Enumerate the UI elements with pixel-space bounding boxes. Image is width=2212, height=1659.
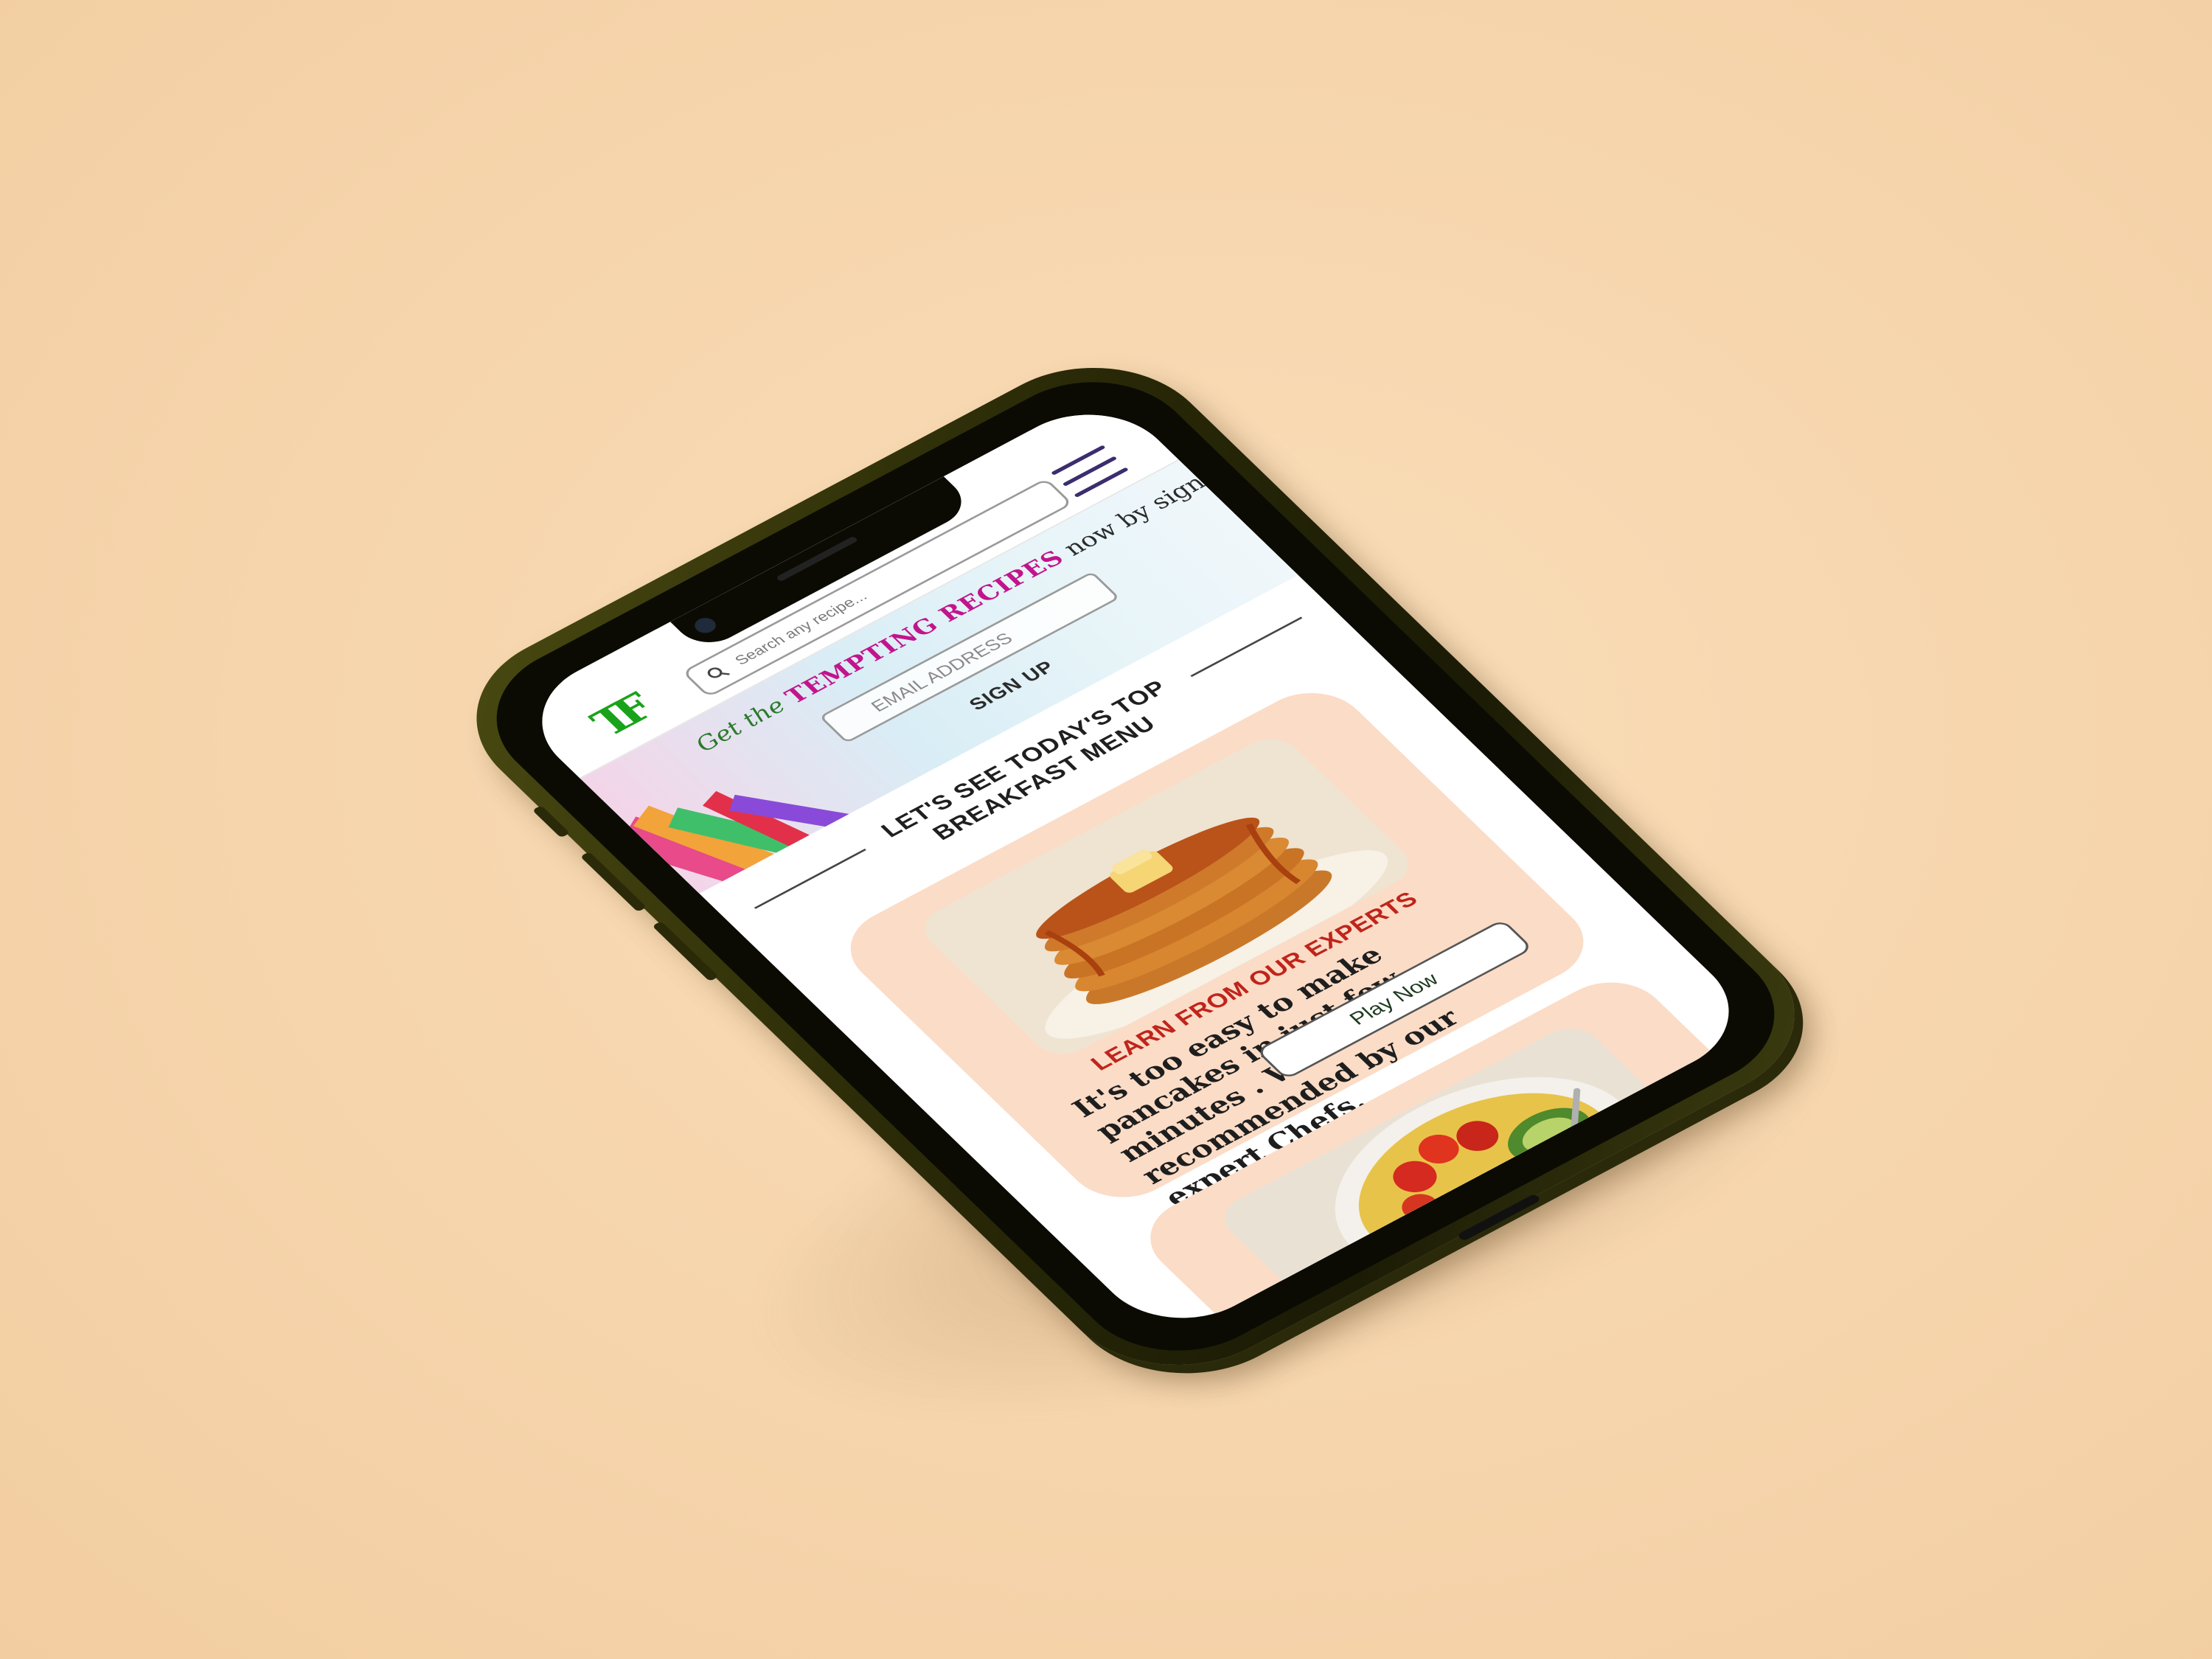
menu-line: [1051, 445, 1106, 476]
search-icon: [707, 667, 730, 678]
heading-divider-right: [1190, 616, 1303, 678]
front-camera-icon: [690, 614, 720, 636]
menu-line: [1062, 456, 1118, 487]
heading-divider-left: [754, 849, 866, 909]
mockup-background: TF Search any recipe... Get the TEMPTING…: [0, 0, 2212, 1659]
silent-switch: [532, 805, 571, 838]
logo-letters: TF: [580, 689, 657, 745]
earpiece-speaker: [775, 535, 859, 582]
